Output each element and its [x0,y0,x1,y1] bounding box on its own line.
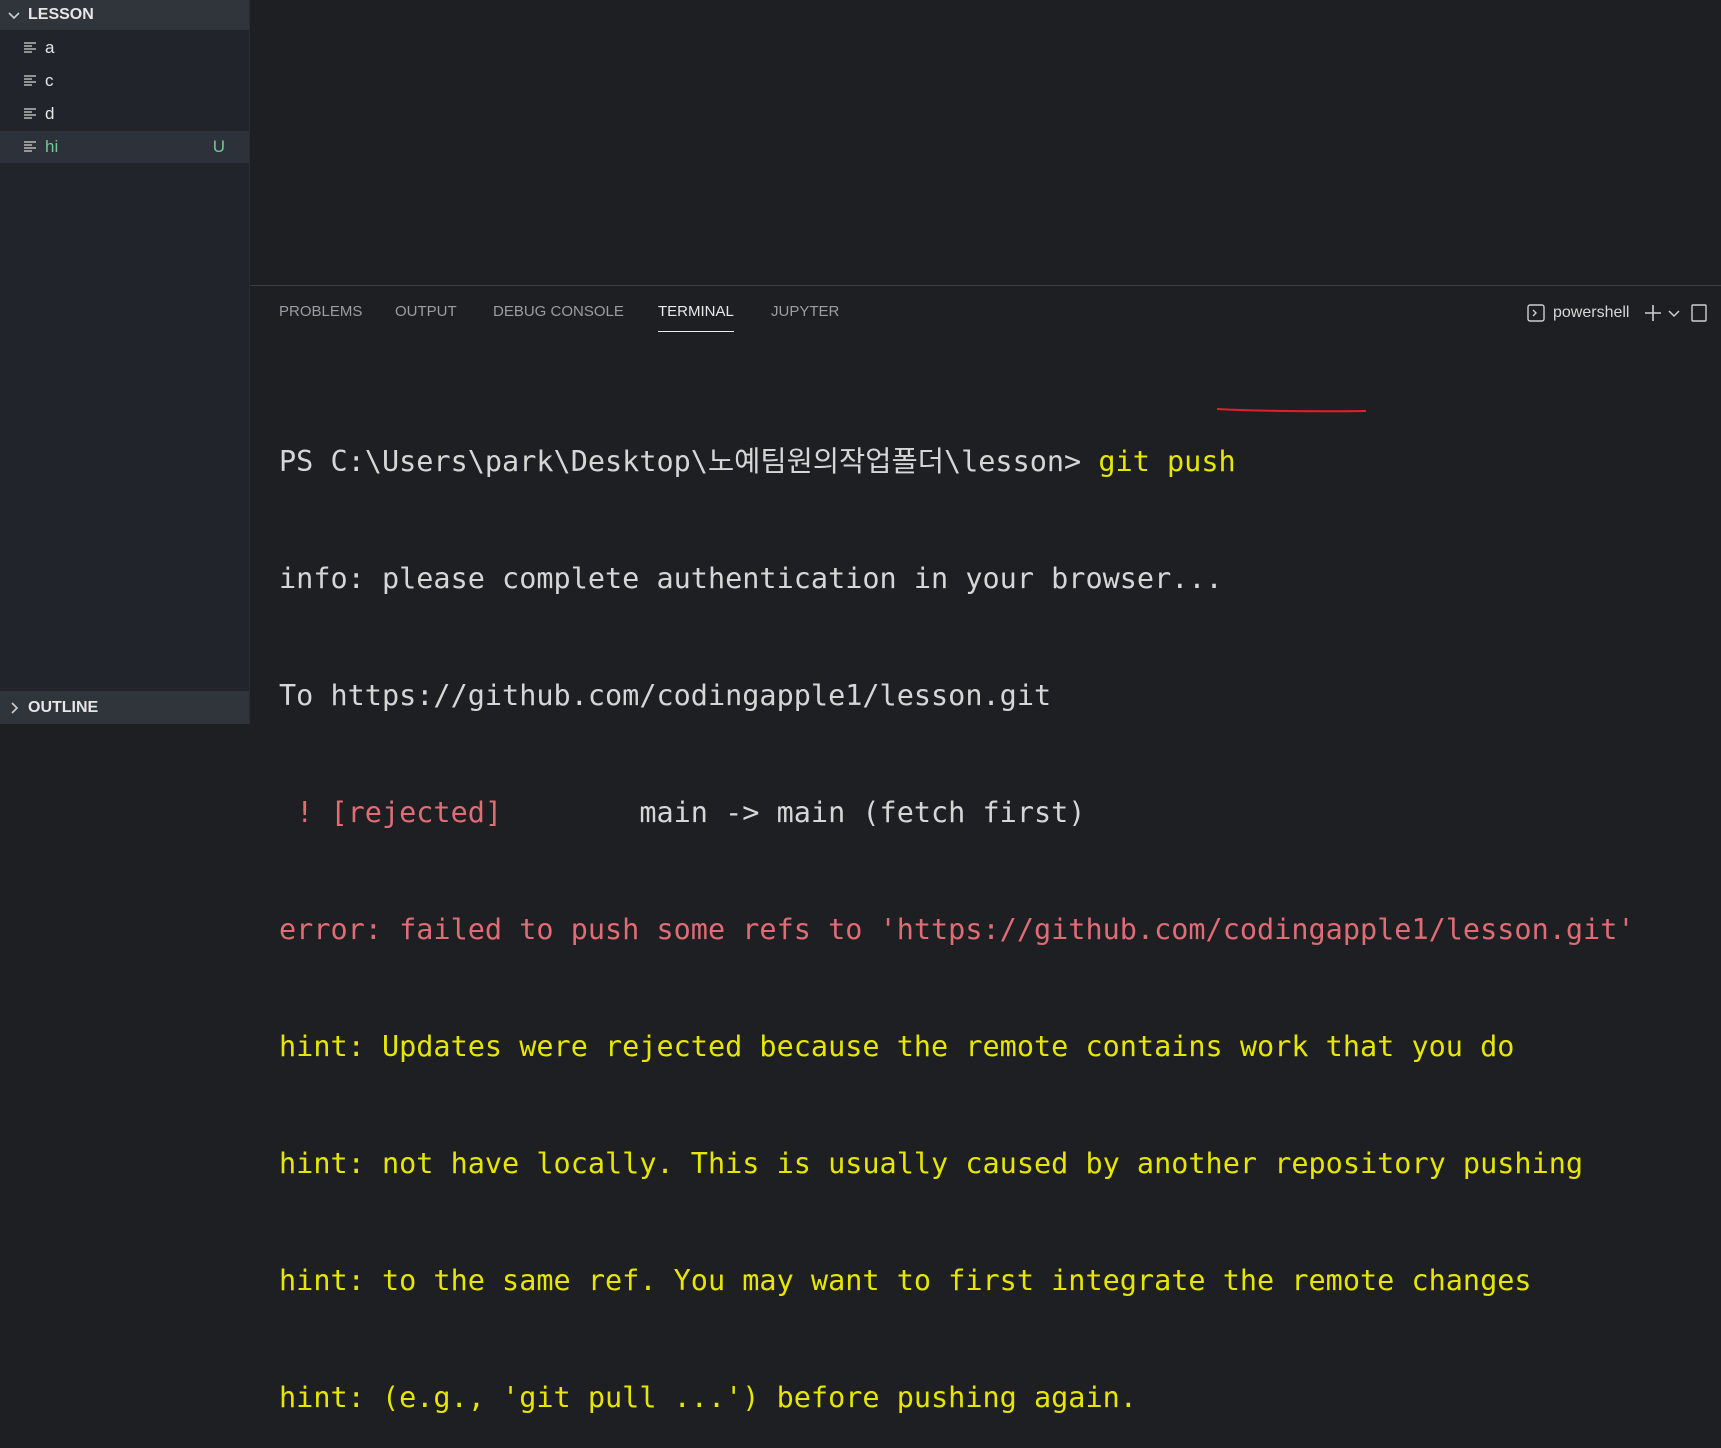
file-name: hi [45,137,59,156]
tab-jupyter[interactable]: JUPYTER [771,303,839,329]
outline-label: OUTLINE [28,698,99,716]
file-name: d [45,104,55,123]
file-name: c [45,71,54,90]
file-lines-icon [24,42,36,53]
terminal-line-error: error: failed to push some refs to 'http… [279,913,1635,946]
terminal-line-rejected: ! [rejected] main -> main (fetch first) [279,793,1719,832]
terminal-line: To https://github.com/codingapple1/lesso… [279,679,1052,712]
rejected-detail: main -> main (fetch first) [502,796,1086,829]
file-lines-icon [24,75,36,86]
split-terminal-icon[interactable] [1691,304,1708,322]
chevron-down-icon [8,12,20,20]
terminal-line: info: please complete authentication in … [279,562,1223,595]
tab-output[interactable]: OUTPUT [395,303,457,329]
file-lines-icon [24,108,36,119]
file-item-c[interactable]: c [0,65,249,97]
file-item-hi[interactable]: hi U [0,131,249,163]
terminal-line-hint: hint: to the same ref. You may want to f… [279,1264,1532,1297]
panel-tabs: PROBLEMS OUTPUT DEBUG CONSOLE TERMINAL J… [250,286,1721,340]
editor-area [250,0,1721,285]
annotation-underline [1216,408,1367,413]
command: git push [1098,445,1236,478]
shell-name[interactable]: powershell [1553,304,1629,322]
terminal-controls: powershell [1527,300,1708,326]
prompt: PS C:\Users\park\Desktop\노예팀원의작업폴더\lesso… [279,445,1099,478]
rejected-mark: ! [rejected] [279,796,503,829]
terminal-line-hint: hint: (e.g., 'git pull ...') before push… [279,1381,1137,1414]
terminal-line-hint: hint: not have locally. This is usually … [279,1147,1584,1180]
outline-header[interactable]: OUTLINE [0,691,249,724]
terminal-line-hint: hint: Updates were rejected because the … [279,1030,1515,1063]
file-name: a [45,38,55,57]
tab-problems[interactable]: PROBLEMS [279,303,362,329]
explorer-sidebar: LESSON a c d hi U OUTLINE [0,0,249,724]
tab-terminal[interactable]: TERMINAL [658,303,734,332]
terminal-line-prompt: PS C:\Users\park\Desktop\노예팀원의작업폴더\lesso… [279,442,1719,481]
chevron-down-icon[interactable] [1667,306,1681,320]
file-item-d[interactable]: d [0,98,249,130]
folder-name: LESSON [28,6,94,23]
file-lines-icon [24,141,36,152]
folder-header[interactable]: LESSON [0,0,249,30]
file-item-a[interactable]: a [0,32,249,64]
tab-debug-console[interactable]: DEBUG CONSOLE [493,303,624,329]
plus-icon[interactable] [1643,303,1663,323]
terminal-output[interactable]: PS C:\Users\park\Desktop\노예팀원의작업폴더\lesso… [279,364,1719,1448]
chevron-right-icon [11,701,19,714]
untracked-badge: U [212,137,225,156]
terminal-icon[interactable] [1527,304,1545,322]
